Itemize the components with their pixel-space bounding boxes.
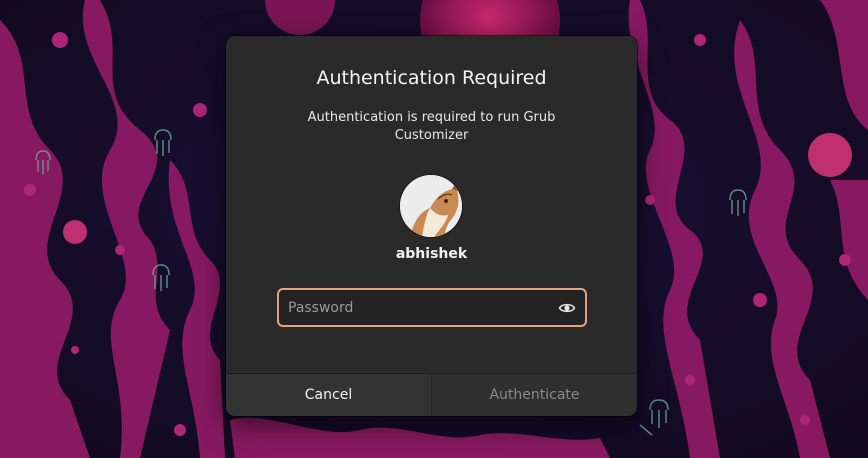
dialog-message: Authentication is required to run Grub C… bbox=[307, 110, 556, 143]
eye-icon[interactable] bbox=[558, 299, 576, 317]
dialog-title: Authentication Required bbox=[316, 67, 547, 89]
password-field bbox=[277, 288, 587, 327]
dialog-button-row: Cancel Authenticate bbox=[226, 373, 637, 416]
authentication-dialog: Authentication Required Authentication i… bbox=[226, 36, 637, 416]
cancel-button[interactable]: Cancel bbox=[226, 374, 432, 416]
cat-avatar-icon bbox=[400, 175, 462, 237]
authenticate-button[interactable]: Authenticate bbox=[432, 374, 637, 416]
password-input[interactable] bbox=[279, 290, 548, 325]
user-avatar bbox=[400, 175, 462, 237]
username-label: abhishek bbox=[395, 246, 468, 262]
